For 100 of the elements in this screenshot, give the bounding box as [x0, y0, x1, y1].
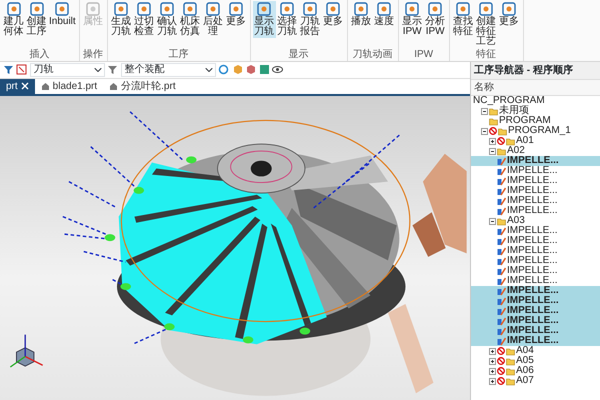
- scope-dropdown[interactable]: 整个装配: [120, 62, 216, 77]
- tree-item[interactable]: A04: [471, 346, 600, 356]
- square-icon: [456, 2, 470, 16]
- impeller-model-drawing[interactable]: [62, 111, 410, 396]
- tree-item[interactable]: IMPELLE...: [471, 206, 600, 216]
- scope-dropdown[interactable]: 刀轨: [30, 62, 104, 77]
- group-label: 插入: [28, 50, 50, 61]
- view-triad-icon[interactable]: [10, 334, 43, 368]
- operation-icon: [497, 156, 506, 166]
- file-tab[interactable]: prt: [0, 78, 35, 94]
- operation-icon: [497, 206, 506, 216]
- ribbon-button[interactable]: 查找特征: [452, 1, 475, 38]
- ribbon-button[interactable]: 播放: [350, 1, 373, 28]
- operation-icon: [497, 176, 506, 186]
- ribbon-button[interactable]: 过切检查: [132, 1, 156, 38]
- square-icon: [160, 2, 174, 16]
- group-label: 特征: [475, 50, 498, 61]
- ribbon-button[interactable]: 速度: [372, 1, 396, 28]
- tree-item[interactable]: A05: [471, 356, 600, 366]
- operation-icon: [497, 246, 506, 256]
- expand-icon[interactable]: [489, 358, 496, 364]
- tree-item[interactable]: 未用项: [471, 106, 600, 116]
- tree-item[interactable]: IMPELLE...: [471, 306, 600, 316]
- ribbon-button[interactable]: 选择刀轨: [276, 1, 299, 38]
- operation-icon: [497, 336, 506, 346]
- operation-icon: [497, 226, 506, 236]
- square-icon: [428, 2, 442, 16]
- square-icon: [502, 2, 516, 16]
- square-icon: [405, 2, 420, 16]
- eye-icon[interactable]: [272, 64, 283, 76]
- tree-item[interactable]: IMPELLE...: [471, 316, 600, 326]
- operation-icon: [497, 306, 506, 316]
- operation-icon: [497, 286, 506, 296]
- viewport[interactable]: [0, 96, 470, 400]
- ribbon-button[interactable]: 生成刀轨: [110, 1, 133, 38]
- tree-item[interactable]: IMPELLE...: [471, 256, 600, 266]
- tree-item[interactable]: IMPELLE...: [471, 236, 600, 246]
- operation-icon: [497, 256, 506, 266]
- tree-item[interactable]: PROGRAM_1: [471, 126, 600, 136]
- tree-item[interactable]: A01: [471, 136, 600, 146]
- tree-item[interactable]: IMPELLE...: [471, 336, 600, 346]
- square-icon: [55, 2, 70, 16]
- ribbon-button[interactable]: 刀轨报告: [298, 1, 322, 38]
- square-icon: [137, 2, 152, 16]
- ribbon-button[interactable]: 更多: [224, 1, 248, 28]
- tree-item[interactable]: IMPELLE...: [471, 176, 600, 186]
- square-icon: [206, 2, 220, 16]
- ribbon-button[interactable]: Inbuilt: [48, 1, 77, 28]
- ribbon-button[interactable]: 机床仿真: [178, 1, 202, 38]
- tree-item[interactable]: IMPELLE...: [471, 246, 600, 256]
- tree-item[interactable]: NC_PROGRAM: [471, 96, 600, 106]
- tree-item[interactable]: IMPELLE...: [471, 186, 600, 196]
- tree-item[interactable]: A07: [471, 376, 600, 386]
- tree-item[interactable]: IMPELLE...: [471, 226, 600, 236]
- ribbon-button[interactable]: 后处理: [202, 1, 225, 38]
- tree-item[interactable]: IMPELLE...: [471, 266, 600, 276]
- ribbon-button[interactable]: 建几何体: [2, 1, 25, 38]
- collapse-icon[interactable]: [481, 128, 488, 134]
- square-icon: [183, 2, 198, 16]
- tree-item[interactable]: A02: [471, 146, 600, 156]
- ribbon-button[interactable]: 更多: [498, 1, 521, 28]
- square-icon: [479, 2, 494, 16]
- collapse-icon[interactable]: [489, 218, 496, 224]
- ribbon-button[interactable]: 显示 IPW: [400, 1, 424, 38]
- ribbon-button[interactable]: 更多: [322, 1, 345, 28]
- expand-icon[interactable]: [489, 368, 496, 374]
- square-icon: [326, 2, 340, 16]
- expand-icon[interactable]: [489, 138, 496, 144]
- operation-icon: [497, 276, 506, 286]
- collapse-icon[interactable]: [481, 108, 488, 114]
- filter-icon[interactable]: [2, 64, 14, 76]
- tree-item[interactable]: IMPELLE...: [471, 196, 600, 206]
- ribbon-button[interactable]: 创建特征工艺: [474, 1, 498, 48]
- circle-icon[interactable]: [218, 64, 229, 76]
- tree-item[interactable]: IMPELLE...: [471, 286, 600, 296]
- operation-icon: [497, 316, 506, 326]
- tree-item[interactable]: IMPELLE...: [471, 296, 600, 306]
- tree-item[interactable]: IMPELLE...: [471, 276, 600, 286]
- ribbon-button[interactable]: 确认刀轨: [156, 1, 179, 38]
- group-label: 刀轨动画: [352, 50, 394, 61]
- tree-item[interactable]: IMPELLE...: [471, 166, 600, 176]
- filter-icon[interactable]: [107, 64, 118, 76]
- ribbon-button[interactable]: 显示刀轨: [252, 1, 276, 38]
- operation-icon: [497, 196, 506, 206]
- square-icon: [30, 2, 44, 16]
- tree-item[interactable]: IMPELLE...: [471, 326, 600, 336]
- tree-item[interactable]: IMPELLE...: [471, 156, 600, 166]
- ribbon-button[interactable]: 创建工序: [25, 1, 48, 38]
- tree-item[interactable]: PROGRAM: [471, 116, 600, 126]
- expand-icon[interactable]: [489, 378, 496, 384]
- close-icon[interactable]: [20, 82, 29, 90]
- tree-item[interactable]: A06: [471, 366, 600, 376]
- square-icon: [257, 2, 272, 16]
- tree-item[interactable]: A03: [471, 216, 600, 226]
- column-header[interactable]: 名称: [471, 80, 600, 96]
- collapse-icon[interactable]: [489, 148, 496, 154]
- group-label: 显示: [288, 50, 310, 61]
- operation-icon: [497, 296, 506, 306]
- expand-icon[interactable]: [489, 348, 496, 354]
- ribbon-button[interactable]: 分析 IPW: [424, 1, 447, 38]
